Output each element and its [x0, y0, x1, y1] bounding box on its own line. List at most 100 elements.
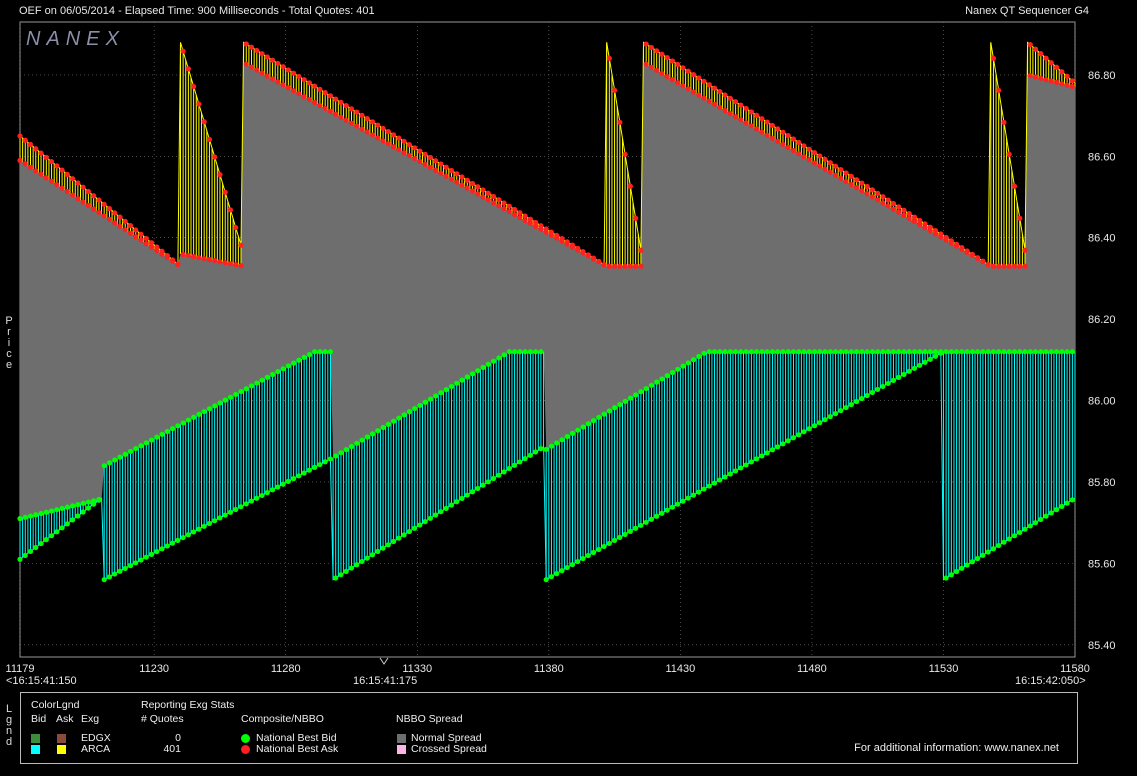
composite-title: Composite/NBBO [241, 713, 324, 725]
bid-point [1011, 533, 1018, 539]
nbo-point [848, 181, 854, 188]
ask-point [338, 99, 344, 105]
bid-point [233, 506, 239, 513]
nbb-point [543, 446, 549, 453]
bid-point [590, 549, 597, 556]
nbb-point [601, 411, 607, 417]
bid-point [469, 489, 476, 495]
bid-point [280, 481, 286, 487]
ask-point [854, 177, 860, 183]
ask-point [506, 203, 512, 209]
nbb-point [569, 430, 576, 436]
nbo-point [348, 120, 355, 126]
nbo-point [501, 206, 507, 212]
bid-point [633, 525, 639, 531]
ask-point [622, 151, 628, 157]
nbb-point [159, 431, 165, 437]
nbo-point [1069, 83, 1075, 90]
bid-point [996, 542, 1002, 549]
nbb-point [269, 371, 276, 378]
ask-point [838, 166, 844, 173]
nbb-point [327, 349, 334, 355]
nbb-point [17, 516, 23, 522]
ask-point [380, 125, 386, 131]
ask-point [611, 87, 618, 93]
bid-point [433, 512, 439, 518]
x-tick-label: 11530 [929, 663, 959, 675]
bid-point [401, 532, 407, 538]
nbo-point [70, 192, 76, 198]
ask-point [343, 103, 349, 109]
bid-point [817, 420, 823, 426]
nbb-point [296, 357, 302, 363]
nbo-point [333, 111, 339, 117]
nbb-point [790, 349, 797, 355]
bid-point [375, 548, 381, 555]
ask-point [180, 48, 186, 54]
nbb-point [227, 394, 234, 400]
bid-point [964, 562, 970, 568]
nbb-point [406, 409, 412, 415]
ask-point [480, 187, 486, 193]
nbb-point [443, 387, 449, 393]
x-tick-label: 11230 [139, 663, 169, 675]
bid-point [969, 559, 975, 565]
nbb-point [785, 349, 791, 355]
ask-point [333, 96, 339, 102]
nbo-point [412, 155, 418, 162]
nbb-point [896, 349, 902, 355]
nbo-point [1038, 75, 1044, 81]
bid-point [722, 474, 728, 480]
bid-point [869, 389, 876, 396]
ask-point [738, 102, 744, 108]
bid-point [59, 525, 65, 531]
nbb-point [643, 385, 649, 392]
ask-point [975, 255, 981, 261]
ask-point [217, 172, 223, 178]
bid-point [827, 414, 833, 420]
nbo-point [727, 110, 733, 117]
ask-point [996, 87, 1002, 93]
bid-point [301, 470, 307, 476]
nbo-point [112, 220, 118, 226]
nbb-point [832, 349, 839, 355]
nbo-point [427, 164, 434, 171]
ask-point [638, 247, 644, 253]
ask-point [864, 183, 870, 190]
y-tick-label: 86.00 [1088, 396, 1116, 408]
nbo-point [896, 209, 902, 215]
nbo-point [385, 141, 391, 147]
nbb-point [722, 349, 728, 355]
nbb-point [927, 349, 933, 355]
bid-point [222, 512, 228, 518]
nbb-point [901, 349, 907, 355]
nbo-point [522, 217, 528, 224]
ask-point [96, 197, 102, 203]
ask-point [759, 116, 765, 122]
ask-point [754, 112, 760, 118]
nbo-point [638, 263, 644, 269]
bid-point [464, 492, 470, 498]
nbo-point [748, 123, 754, 129]
bid-point [1069, 497, 1075, 503]
ask-point [291, 70, 297, 76]
ask-point [748, 109, 754, 115]
bid-point [164, 543, 170, 549]
ask-point [948, 238, 954, 244]
nbo-point [438, 170, 444, 176]
nbo-point [780, 141, 786, 148]
nbb-point [680, 363, 686, 369]
nbb-point [464, 374, 470, 380]
ask-point [401, 138, 407, 144]
nbb-point [675, 366, 681, 372]
bid-point [380, 545, 386, 551]
nbb-point [43, 509, 49, 515]
bid-point [764, 450, 770, 456]
ask-point [964, 248, 970, 254]
bid-point [938, 350, 944, 356]
ask-point [575, 245, 581, 251]
nbo-point [617, 263, 623, 269]
x-tick-label: 11330 [402, 663, 432, 675]
time-label-end: 16:15:42:050> [1015, 675, 1086, 687]
nbb-point [496, 355, 502, 361]
